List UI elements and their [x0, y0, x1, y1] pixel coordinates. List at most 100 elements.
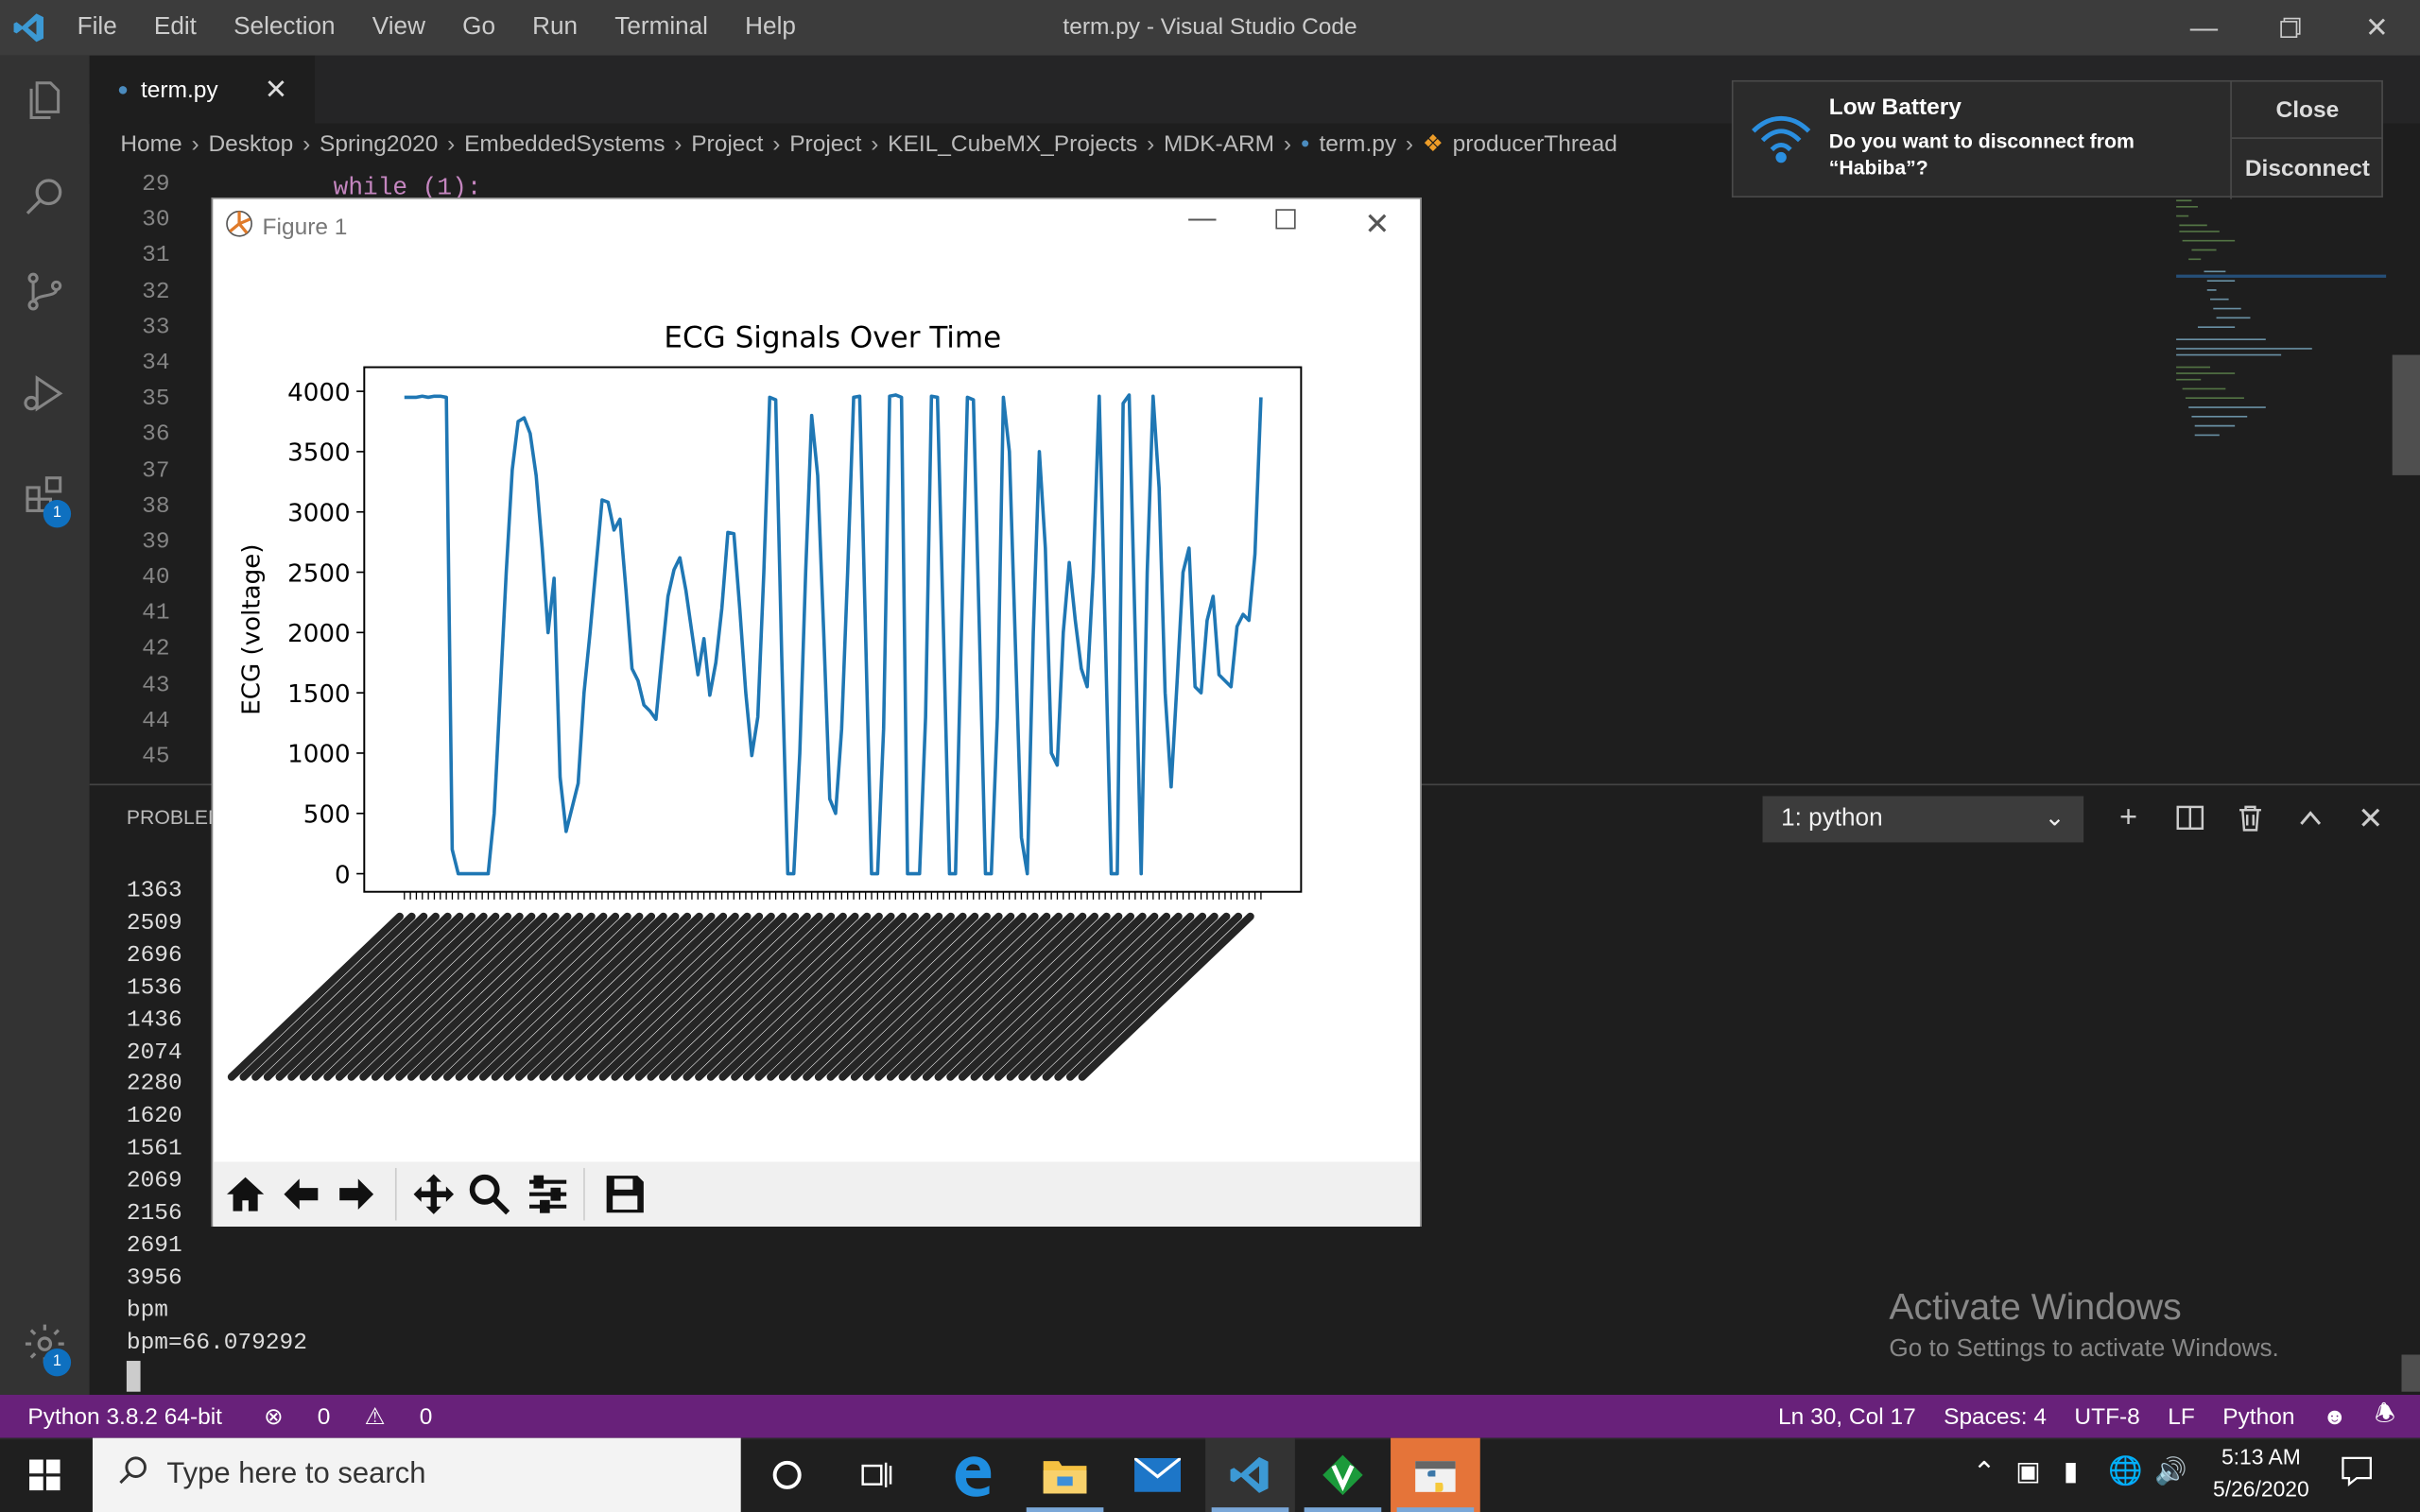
line-number: 42 [142, 636, 170, 663]
forward-arrow-icon[interactable] [330, 1168, 383, 1221]
tab-term-py[interactable]: ● term.py ✕ [89, 55, 316, 124]
edge-browser-icon[interactable] [927, 1438, 1017, 1512]
vim-icon[interactable] [1298, 1438, 1388, 1512]
breadcrumb-item[interactable]: MDK-ARM [1164, 130, 1274, 157]
python-figure-taskbar-icon[interactable] [1391, 1437, 1480, 1512]
breadcrumb-item[interactable]: term.py [1319, 130, 1396, 157]
home-icon[interactable] [219, 1168, 272, 1221]
vscode-taskbar-icon[interactable] [1205, 1437, 1295, 1512]
figure-minimize-button[interactable]: — [1188, 202, 1216, 234]
menu-edit[interactable]: Edit [135, 0, 215, 56]
breadcrumb-item[interactable]: Desktop [208, 130, 293, 157]
line-number: 39 [142, 528, 170, 556]
trash-icon[interactable] [2229, 796, 2273, 839]
editor-scrollbar[interactable] [2392, 354, 2420, 475]
notification-close-button[interactable]: Close [2231, 82, 2383, 139]
figure-close-button[interactable]: ✕ [1364, 205, 1390, 244]
clock-time: 5:13 AM [2221, 1444, 2301, 1469]
indentation[interactable]: Spaces: 4 [1929, 1403, 2060, 1430]
breadcrumb-item[interactable]: Spring2020 [320, 130, 438, 157]
menu-help[interactable]: Help [727, 0, 815, 56]
tab-close-icon[interactable]: ✕ [265, 74, 288, 106]
chevron-right-icon: › [302, 129, 311, 157]
breadcrumb-item[interactable]: Project [691, 130, 763, 157]
chevron-right-icon: › [772, 129, 781, 157]
close-panel-icon[interactable]: ✕ [2349, 796, 2393, 839]
configure-subplots-icon[interactable] [522, 1168, 575, 1221]
breadcrumb-item[interactable]: KEIL_CubeMX_Projects [888, 130, 1137, 157]
network-globe-icon[interactable]: 🌐 [2108, 1455, 2143, 1487]
breadcrumb: Home › Desktop › Spring2020 › EmbeddedSyste… [90, 124, 1788, 163]
breadcrumb-item[interactable]: producerThread [1453, 130, 1617, 157]
menu-file[interactable]: File [59, 0, 135, 56]
search-icon [117, 1455, 148, 1495]
cursor-position[interactable]: Ln 30, Col 17 [1764, 1403, 1929, 1430]
windows-start-icon[interactable] [0, 1438, 90, 1512]
line-number: 44 [142, 708, 170, 734]
back-arrow-icon[interactable] [275, 1168, 328, 1221]
mail-icon[interactable] [1113, 1438, 1202, 1512]
explorer-icon[interactable] [0, 56, 90, 146]
menu-selection[interactable]: Selection [216, 0, 354, 56]
line-numbers: 29 30 31 32 33 34 35 36 37 38 39 40 41 42 43 44 45 [90, 166, 182, 783]
task-view-icon[interactable] [832, 1438, 922, 1512]
maximize-panel-icon[interactable] [2289, 796, 2332, 839]
menu-terminal[interactable]: Terminal [596, 0, 727, 56]
file-explorer-icon[interactable] [1020, 1438, 1110, 1512]
y-axis-label: ECG (voltage) [237, 544, 266, 715]
chevron-right-icon: › [871, 129, 879, 157]
language-mode[interactable]: Python [2208, 1403, 2308, 1430]
menu-go[interactable]: Go [444, 0, 514, 56]
menu-run[interactable]: Run [514, 0, 596, 56]
action-center-icon[interactable] [2340, 1453, 2374, 1495]
error-count: 0 [317, 1403, 331, 1431]
chevron-right-icon: › [1405, 129, 1414, 157]
figure-maximize-button[interactable] [1275, 208, 1297, 235]
split-terminal-icon[interactable] [2169, 796, 2212, 839]
taskbar-clock[interactable]: 5:13 AM 5/26/2020 [2191, 1441, 2330, 1506]
taskbar-search-box[interactable]: Type here to search [92, 1437, 741, 1512]
line-number: 40 [142, 564, 170, 592]
extensions-icon[interactable]: 1 [0, 451, 90, 541]
save-figure-icon[interactable] [598, 1168, 651, 1221]
panel-scrollbar[interactable] [2401, 1354, 2420, 1392]
volume-icon[interactable]: 🔊 [2154, 1456, 2187, 1487]
source-control-icon[interactable] [0, 247, 90, 336]
breadcrumb-item[interactable]: Home [120, 130, 182, 157]
notifications-bell-icon[interactable]: 🕭 [2360, 1397, 2420, 1435]
cortana-icon[interactable] [742, 1438, 832, 1512]
disconnect-button[interactable]: Disconnect [2232, 141, 2383, 199]
chevron-down-icon: ⌄ [2044, 805, 2066, 833]
settings-gear-icon[interactable]: 1 [0, 1299, 90, 1389]
pan-icon[interactable] [407, 1168, 460, 1221]
line-number: 41 [142, 600, 170, 627]
activity-bar: 1 1 [0, 55, 90, 1395]
problems-indicator[interactable]: ⊗ 0 ⚠ 0 [236, 1402, 460, 1431]
search-placeholder: Type here to search [166, 1457, 426, 1491]
run-debug-icon[interactable] [0, 349, 90, 438]
end-of-line[interactable]: LF [2154, 1403, 2209, 1430]
breadcrumb-item[interactable]: EmbeddedSystems [464, 130, 665, 157]
line-number: 45 [142, 743, 170, 770]
line-number: 31 [142, 242, 170, 269]
low-battery-notification: Low Battery Do you want to disconnect fr… [1731, 79, 2383, 199]
y-tick-label: 4000 [287, 379, 350, 407]
battery-icon[interactable]: ▮ [2064, 1456, 2078, 1487]
show-hidden-icons-chevron-icon[interactable]: ⌃ [1973, 1456, 1996, 1488]
breadcrumb-item[interactable]: Project [789, 130, 861, 157]
search-icon[interactable] [0, 151, 90, 241]
minimap[interactable] [2173, 195, 2390, 457]
restore-button[interactable] [2247, 0, 2333, 56]
feedback-icon[interactable]: ☻ [2308, 1403, 2360, 1430]
tab-label: term.py [140, 76, 218, 103]
meet-now-icon[interactable]: ▣ [2015, 1456, 2040, 1487]
terminal-select[interactable]: 1: python ⌄ [1762, 796, 2084, 843]
python-interpreter[interactable]: Python 3.8.2 64-bit [0, 1403, 236, 1430]
panel-tab-problems[interactable]: PROBLEM [127, 805, 225, 828]
minimize-button[interactable]: — [2161, 0, 2247, 56]
menu-view[interactable]: View [354, 0, 443, 56]
zoom-icon[interactable] [463, 1168, 516, 1221]
close-window-button[interactable]: ✕ [2334, 0, 2420, 56]
new-terminal-icon[interactable]: + [2107, 796, 2151, 839]
encoding[interactable]: UTF-8 [2061, 1403, 2154, 1430]
